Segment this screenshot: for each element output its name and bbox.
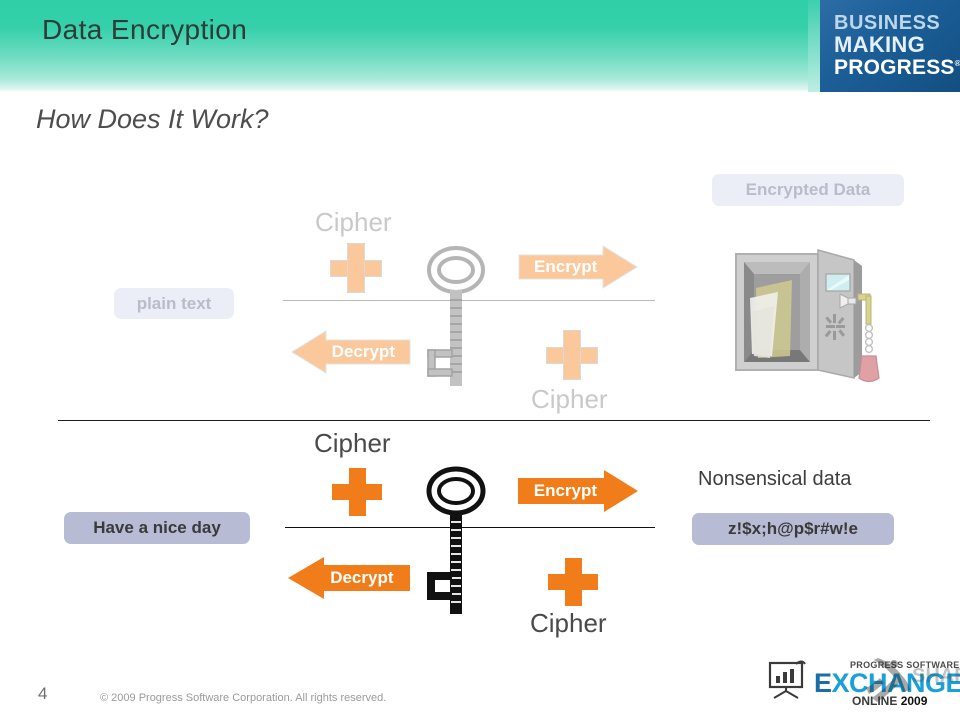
skeleton-key-icon-ghost — [412, 238, 500, 390]
section-divider — [58, 420, 930, 421]
plain-text-label: Have a nice day — [64, 512, 250, 544]
plus-icon-top-ghost — [330, 243, 382, 293]
plain-text-label-text: Have a nice day — [93, 518, 221, 537]
page-subtitle: How Does It Work? — [36, 104, 269, 134]
decrypt-arrow-label: Decrypt — [330, 568, 394, 587]
open-safe-icon — [730, 236, 890, 396]
brand-logo-trademark: ® — [954, 58, 960, 68]
page-title: Data Encryption — [42, 14, 248, 45]
copyright-notice: © 2009 Progress Software Corporation. Al… — [100, 692, 387, 704]
slide-number: 4 — [38, 684, 48, 703]
event-logo-sub-year: 2009 — [900, 694, 928, 708]
presentation-board-icon — [766, 658, 810, 700]
cipher-label-top: Cipher — [314, 428, 391, 458]
brand-logo-line1: BUSINESS — [834, 12, 941, 34]
cipher-label-bottom-ghost: Cipher — [531, 384, 608, 414]
brand-logo-text: BUSINESS MAKING PROGRESS® — [834, 12, 960, 79]
event-logo-main-x: E — [814, 668, 832, 698]
plus-icon-bottom-ghost — [546, 330, 598, 380]
encrypt-arrow-label: Encrypt — [533, 481, 598, 500]
plain-text-label-text: plain text — [136, 293, 212, 313]
event-logo: PROGRESS SOFTWARE EXCHANGE ONLINE 2009 S… — [762, 648, 960, 710]
slide-canvas: Data Encryption BUSINESS MAKING PROGRESS… — [0, 0, 960, 720]
cipher-label-bottom: Cipher — [530, 608, 607, 638]
plus-icon-top — [332, 468, 382, 516]
decrypt-arrow: Decrypt — [288, 557, 410, 599]
brand-logo: BUSINESS MAKING PROGRESS® — [808, 0, 960, 92]
event-logo-sub-label: ONLINE — [852, 694, 898, 708]
brand-logo-line3-text: PROGRESS — [834, 55, 955, 79]
cipher-text-output: z!$x;h@p$r#w!e — [692, 513, 894, 545]
brand-logo-accent-bar — [808, 0, 820, 92]
encrypt-arrow-label-ghost: Encrypt — [534, 257, 598, 276]
encrypt-arrow: Encrypt — [518, 470, 638, 512]
encrypted-data-label-text: Encrypted Data — [745, 180, 871, 199]
plain-text-label-ghost: plain text — [114, 288, 234, 319]
encrypt-arrow-ghost: Encrypt — [518, 245, 638, 289]
brand-logo-line3: PROGRESS® — [834, 55, 960, 79]
decrypt-arrow-label-ghost: Decrypt — [331, 342, 395, 361]
decrypt-arrow-ghost: Decrypt — [291, 330, 411, 374]
cipher-text-output-value: z!$x;h@p$r#w!e — [728, 519, 858, 538]
event-logo-sub: ONLINE 2009 — [852, 694, 927, 708]
skeleton-key-icon — [412, 458, 500, 618]
cipher-label-top-ghost: Cipher — [315, 207, 392, 237]
event-logo-words: PROGRESS SOFTWARE EXCHANGE ONLINE 2009 S… — [814, 650, 960, 708]
brand-logo-line2: MAKING — [834, 31, 926, 57]
output-caption: Nonsensical data — [698, 468, 852, 490]
encrypted-data-label-ghost: Encrypted Data — [712, 174, 904, 206]
plus-icon-bottom — [548, 558, 598, 606]
